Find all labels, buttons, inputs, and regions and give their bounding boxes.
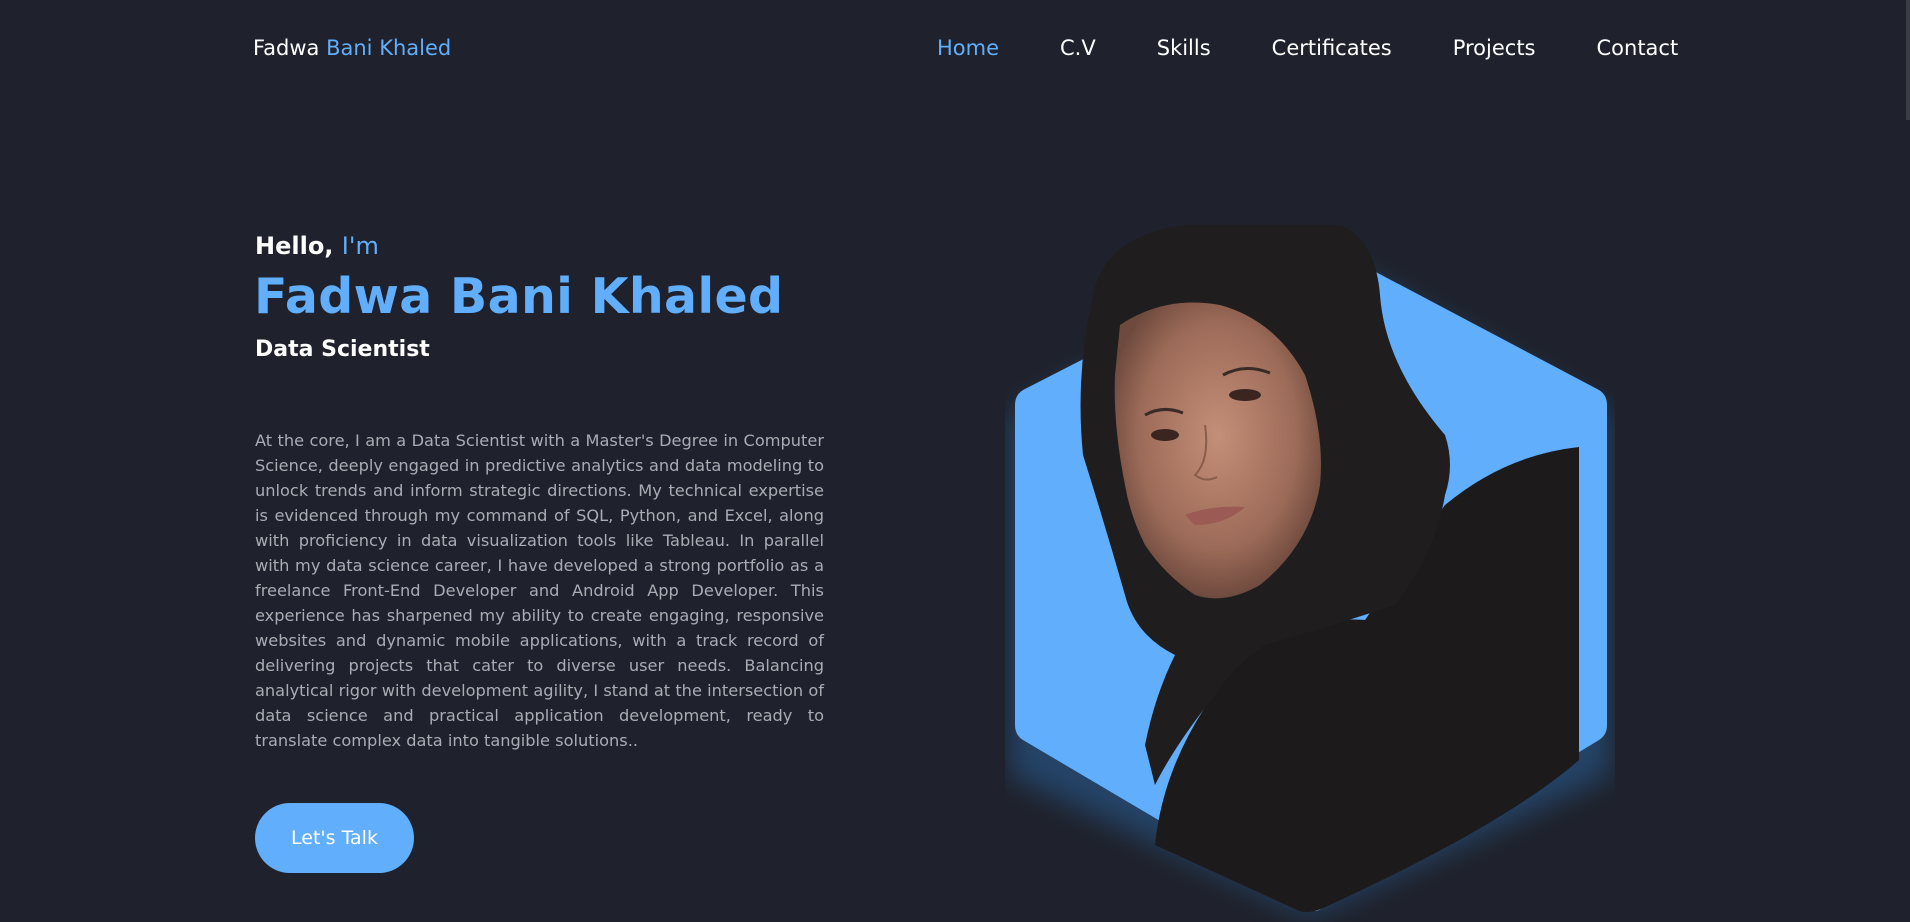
profile-visual bbox=[1005, 225, 1615, 922]
hero-name: Fadwa Bani Khaled bbox=[254, 268, 784, 325]
nav-item-contact[interactable]: Contact bbox=[1597, 36, 1679, 60]
main-nav: Home C.V Skills Certificates Projects Co… bbox=[937, 36, 1678, 60]
greeting-accent: I'm bbox=[341, 232, 379, 260]
hero-about: At the core, I am a Data Scientist with … bbox=[255, 431, 824, 750]
logo-last-name: Bani Khaled bbox=[326, 36, 452, 60]
profile-hexagon bbox=[1010, 225, 1610, 915]
nav-item-certificates[interactable]: Certificates bbox=[1272, 36, 1392, 60]
nav-item-skills[interactable]: Skills bbox=[1157, 36, 1211, 60]
greeting-text: Hello, bbox=[255, 232, 334, 260]
hero-role: Data Scientist bbox=[255, 337, 430, 362]
logo-first-name: Fadwa bbox=[253, 36, 320, 60]
lets-talk-button[interactable]: Let's Talk bbox=[255, 803, 414, 873]
hero-greeting: Hello, I'm bbox=[255, 232, 379, 260]
nav-item-projects[interactable]: Projects bbox=[1453, 36, 1536, 60]
portfolio-page: Fadwa Bani Khaled Home C.V Skills Certif… bbox=[0, 0, 1910, 922]
nav-item-home[interactable]: Home bbox=[937, 36, 999, 60]
site-logo[interactable]: Fadwa Bani Khaled bbox=[253, 36, 451, 60]
page-scrollbar[interactable] bbox=[1906, 0, 1910, 120]
nav-item-cv[interactable]: C.V bbox=[1060, 36, 1096, 60]
